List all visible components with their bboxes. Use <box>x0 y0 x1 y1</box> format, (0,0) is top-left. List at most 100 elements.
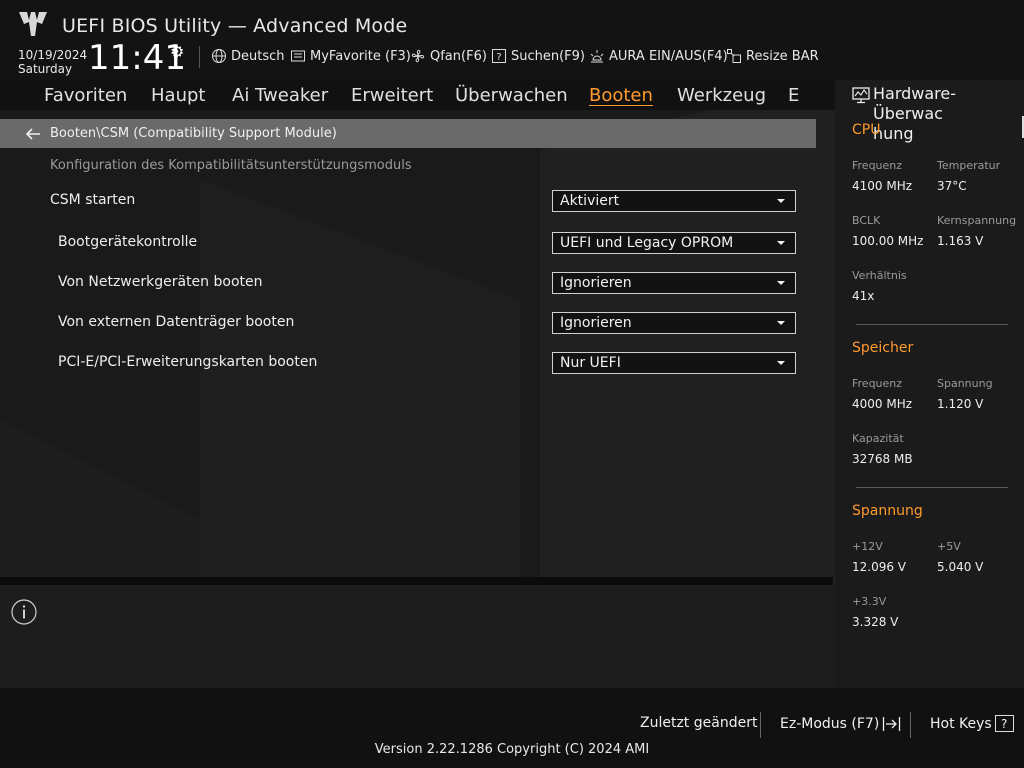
tab-booten[interactable]: Booten <box>589 85 653 106</box>
search-button[interactable]: ? Suchen(F9) <box>491 48 585 64</box>
dropdown-value: UEFI und Legacy OPROM <box>560 235 734 251</box>
resize-bar-button[interactable]: Resize BAR <box>726 48 819 64</box>
version-info: Version 2.22.1286 Copyright (C) 2024 AMI <box>374 742 650 757</box>
section-description: Konfiguration des Kompatibilitätsunterst… <box>50 158 412 173</box>
voltage-5v-label: +5V <box>937 540 961 553</box>
setting-label-pcie-erweiterungskarten: PCI-E/PCI-Erweiterungskarten booten <box>58 354 318 370</box>
aura-label: AURA EIN/AUS(F4) <box>609 48 728 64</box>
setting-label-csm-starten: CSM starten <box>50 192 136 208</box>
aura-button[interactable]: AURA EIN/AUS(F4) <box>589 48 728 64</box>
cpu-frequency-label: Frequenz <box>852 159 903 172</box>
exit-arrow-icon <box>883 717 901 731</box>
chevron-down-icon <box>777 361 785 365</box>
dropdown-value: Nur UEFI <box>560 355 621 371</box>
voltage-12v-value: 12.096 V <box>852 560 907 574</box>
tuf-logo-icon <box>19 12 47 36</box>
dropdown-csm-starten[interactable]: Aktiviert <box>552 190 796 212</box>
chevron-down-icon <box>777 321 785 325</box>
memory-frequency-label: Frequenz <box>852 377 903 390</box>
memory-heading: Speicher <box>852 340 914 356</box>
ez-mode-button[interactable]: Ez-Modus (F7) <box>780 715 902 733</box>
dropdown-pcie-erweiterungskarten[interactable]: Nur UEFI <box>552 352 796 374</box>
info-icon <box>11 599 37 625</box>
tab-ueberwachen[interactable]: Überwachen <box>455 85 568 106</box>
voltage-heading: Spannung <box>852 503 923 519</box>
dropdown-bootgeraetekontrolle[interactable]: UEFI und Legacy OPROM <box>552 232 796 254</box>
header-divider <box>199 46 200 68</box>
aura-light-icon <box>590 50 604 63</box>
footer-divider <box>760 712 761 738</box>
qfan-label: Qfan(F6) <box>430 48 487 64</box>
setting-label-bootgeraetekontrolle: Bootgerätekontrolle <box>58 234 198 250</box>
cpu-bclk-label: BCLK <box>852 214 881 227</box>
weekday-display: Saturday <box>18 62 73 76</box>
memory-frequency-value: 4000 MHz <box>852 397 913 411</box>
help-key-icon: ? <box>994 715 1014 732</box>
footer-divider <box>910 712 911 738</box>
last-modified-button[interactable]: Zuletzt geändert <box>640 715 757 731</box>
cpu-bclk-value: 100.00 MHz <box>852 234 924 248</box>
memory-capacity-label: Kapazität <box>852 432 904 445</box>
clock-settings-gear-icon[interactable]: ⚙ <box>170 42 184 61</box>
hardware-monitor-title-line2: hung <box>873 124 914 143</box>
cpu-core-voltage-label: Kernspannung <box>937 214 1017 227</box>
hw-divider <box>856 487 1008 488</box>
dropdown-value: Ignorieren <box>560 275 632 291</box>
tab-ai-tweaker[interactable]: Ai Tweaker <box>232 85 328 106</box>
breadcrumb: Booten\CSM (Compatibility Support Module… <box>0 119 816 148</box>
chevron-down-icon <box>777 241 785 245</box>
memory-voltage-label: Spannung <box>937 377 993 390</box>
globe-icon <box>212 49 226 63</box>
back-arrow-icon[interactable] <box>24 125 42 143</box>
main-tab-bar: Favoriten Haupt Ai Tweaker Erweitert Übe… <box>0 80 835 110</box>
date-display: 10/19/2024 <box>18 48 88 62</box>
cpu-temperature-label: Temperatur <box>937 159 1001 172</box>
hot-keys-button[interactable]: Hot Keys ? <box>930 715 1014 732</box>
setting-label-externe-datentraeger: Von externen Datenträger booten <box>58 314 295 330</box>
voltage-12v-label: +12V <box>852 540 883 553</box>
cpu-heading: CPU <box>852 122 881 138</box>
cpu-frequency-value: 4100 MHz <box>852 179 913 193</box>
tab-erweitert[interactable]: Erweitert <box>351 85 433 106</box>
qfan-button[interactable]: Qfan(F6) <box>410 48 487 64</box>
dropdown-externe-datentraeger[interactable]: Ignorieren <box>552 312 796 334</box>
myfavorite-label: MyFavorite (F3) <box>310 48 411 64</box>
memory-capacity-value: 32768 MB <box>852 452 913 466</box>
cpu-ratio-value: 41x <box>852 289 875 303</box>
resize-bar-icon <box>727 49 741 63</box>
cpu-ratio-label: Verhältnis <box>852 269 907 282</box>
favorite-icon <box>291 50 305 62</box>
fan-icon <box>411 49 425 63</box>
language-button[interactable]: Deutsch <box>211 48 285 64</box>
cpu-temperature-value: 37°C <box>937 179 967 193</box>
dropdown-netzwerkgeraete[interactable]: Ignorieren <box>552 272 796 294</box>
help-panel <box>0 585 835 688</box>
search-label: Suchen(F9) <box>511 48 586 64</box>
voltage-3v3-value: 3.328 V <box>852 615 899 629</box>
setting-label-netzwerkgeraete: Von Netzwerkgeräten booten <box>58 274 263 290</box>
monitor-icon <box>852 87 870 104</box>
myfavorite-button[interactable]: MyFavorite (F3) <box>290 48 411 64</box>
hot-keys-label: Hot Keys <box>930 715 992 732</box>
dropdown-value: Ignorieren <box>560 315 632 331</box>
ez-mode-label: Ez-Modus (F7) <box>780 716 880 732</box>
voltage-3v3-label: +3.3V <box>852 595 887 608</box>
tab-exit-truncated[interactable]: E <box>788 85 799 106</box>
cpu-core-voltage-value: 1.163 V <box>937 234 984 248</box>
tab-favoriten[interactable]: Favoriten <box>44 85 127 106</box>
help-divider <box>0 577 833 585</box>
language-label: Deutsch <box>231 48 285 64</box>
hardware-monitor-title: Hardware-Überwac hung <box>873 84 1023 144</box>
resize-bar-label: Resize BAR <box>746 48 819 64</box>
svg-text:?: ? <box>496 52 501 63</box>
app-title: UEFI BIOS Utility — Advanced Mode <box>62 15 408 37</box>
last-modified-label: Zuletzt geändert <box>640 715 758 731</box>
voltage-5v-value: 5.040 V <box>937 560 984 574</box>
hw-divider <box>856 324 1008 325</box>
hardware-monitor-title-line1: Hardware-Überwac <box>873 84 957 123</box>
tab-haupt[interactable]: Haupt <box>151 85 205 106</box>
search-help-icon: ? <box>492 49 506 63</box>
chevron-down-icon <box>777 281 785 285</box>
tab-werkzeug[interactable]: Werkzeug <box>677 85 766 106</box>
chevron-down-icon <box>777 199 785 203</box>
